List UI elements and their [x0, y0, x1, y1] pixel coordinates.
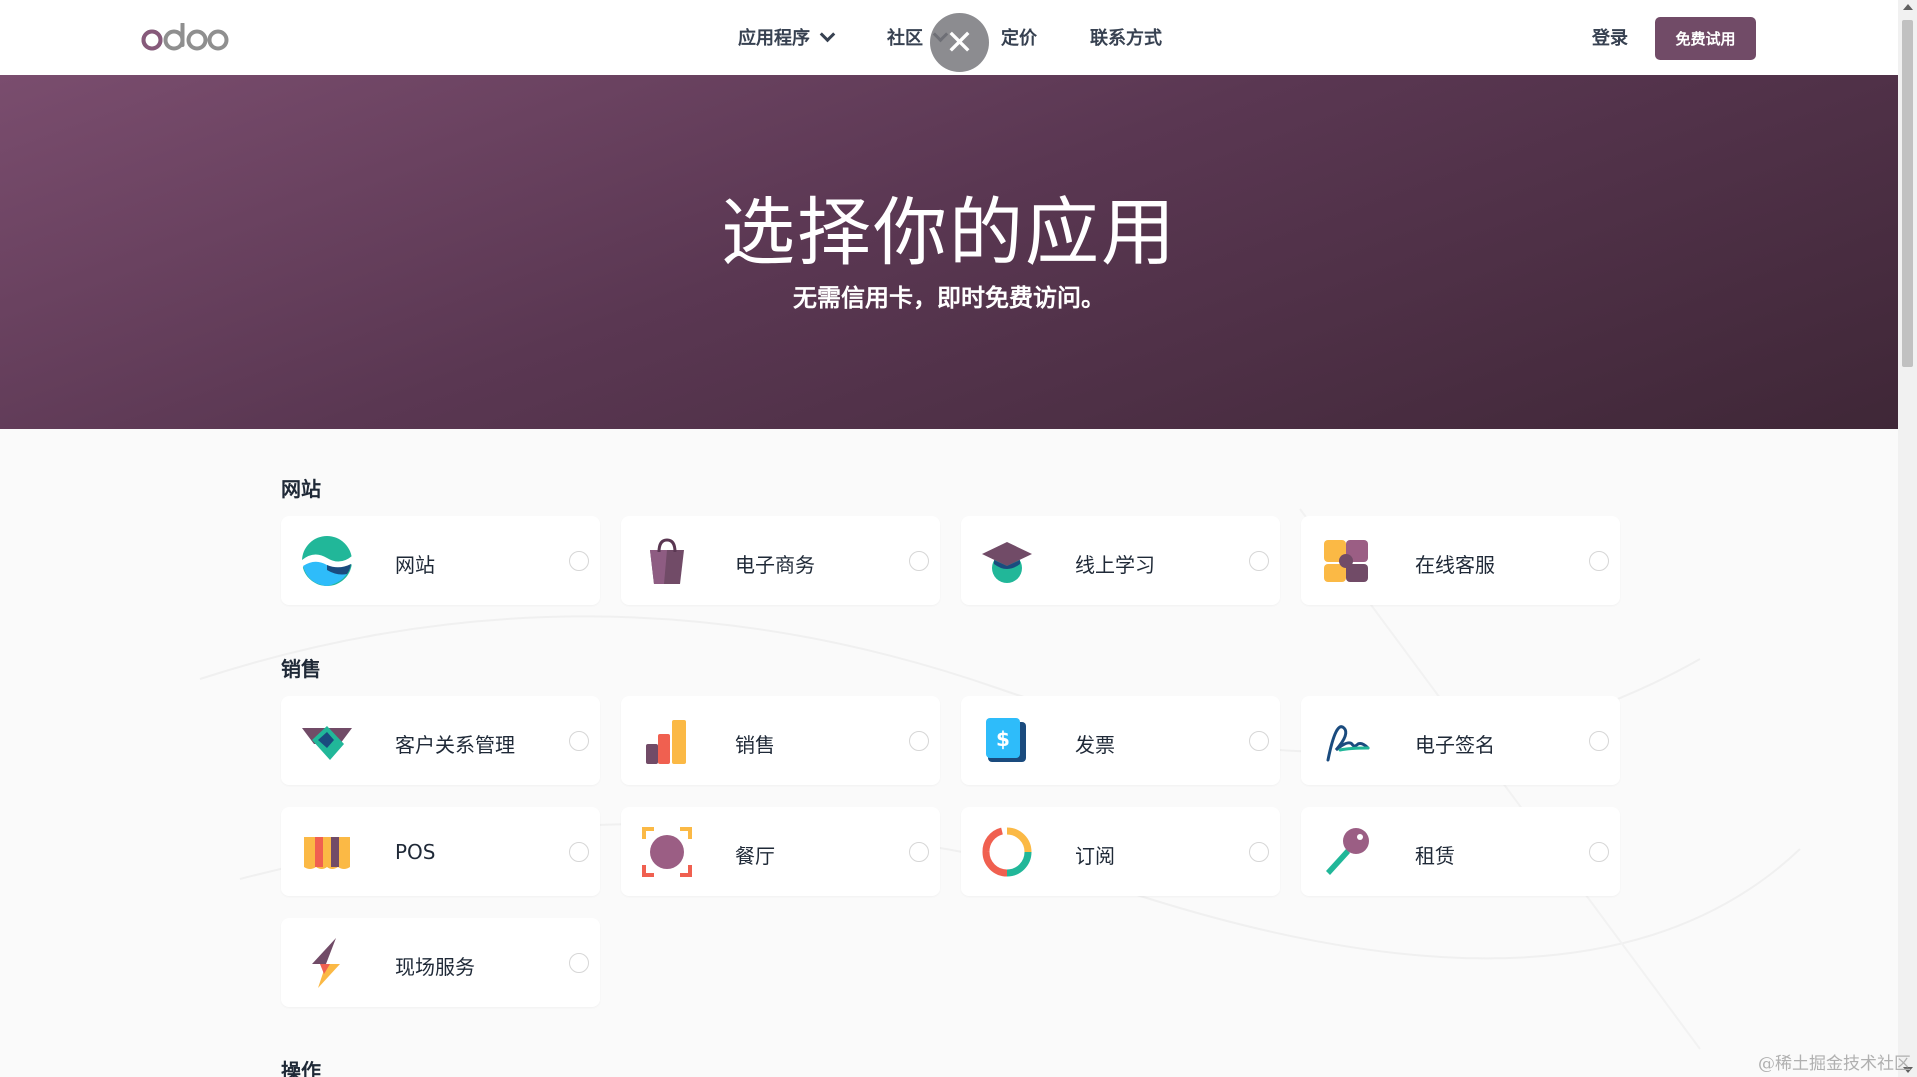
app-card-elearning[interactable]: 线上学习	[961, 516, 1280, 605]
nav-apps-menu[interactable]: 应用程序	[738, 24, 836, 50]
nav-pricing-link[interactable]: 定价	[1001, 24, 1037, 50]
app-label: 在线客服	[1415, 553, 1495, 577]
rental-icon	[1326, 828, 1369, 875]
app-label: 销售	[735, 733, 775, 757]
app-card-website[interactable]: 网站	[281, 516, 600, 605]
app-select-radio[interactable]	[569, 842, 589, 862]
hero-banner: 选择你的应用 无需信用卡，即时免费访问。	[0, 75, 1898, 429]
nav-apps-label: 应用程序	[738, 28, 810, 49]
app-label: 现场服务	[395, 955, 475, 979]
app-card-ecommerce[interactable]: 电子商务	[621, 516, 940, 605]
hero-title: 选择你的应用	[721, 190, 1177, 276]
app-label: 租赁	[1415, 844, 1455, 868]
app-card-sign[interactable]: 电子签名	[1301, 696, 1620, 785]
subscriptions-icon	[982, 827, 1032, 877]
app-card-restaurant[interactable]: 餐厅	[621, 807, 940, 896]
app-select-radio[interactable]	[1249, 551, 1269, 571]
crm-icon	[302, 726, 352, 760]
sign-icon	[1326, 725, 1370, 762]
nav-community-label: 社区	[887, 28, 923, 49]
scrollbar-thumb[interactable]	[1902, 20, 1913, 367]
app-label: 订阅	[1075, 844, 1115, 868]
app-label: 客户关系管理	[395, 733, 515, 757]
nav-pricing-label: 定价	[1001, 28, 1037, 49]
svg-text:$: $	[996, 727, 1010, 751]
app-card-field-service[interactable]: 现场服务	[281, 918, 600, 1007]
app-label: 发票	[1075, 733, 1115, 757]
app-label: 电子签名	[1415, 733, 1495, 757]
nav-contact-link[interactable]: 联系方式	[1090, 24, 1162, 50]
sales-icon	[646, 720, 686, 764]
app-select-radio[interactable]	[1589, 731, 1609, 751]
free-trial-button[interactable]: 免费试用	[1655, 17, 1756, 60]
scroll-up-arrow-icon[interactable]	[1903, 4, 1913, 10]
app-card-pos[interactable]: POS	[281, 807, 600, 896]
app-label: POS	[395, 840, 436, 864]
app-select-radio[interactable]	[1589, 842, 1609, 862]
app-card-invoicing[interactable]: $ 发票	[961, 696, 1280, 785]
app-label: 网站	[395, 553, 435, 577]
top-navbar: 应用程序 社区 ✕ 定价 联系方式 登录 免费试用	[0, 0, 1898, 75]
page-scrollbar[interactable]	[1898, 0, 1917, 1077]
app-select-radio[interactable]	[909, 842, 929, 862]
app-select-radio[interactable]	[569, 731, 589, 751]
app-card-crm[interactable]: 客户关系管理	[281, 696, 600, 785]
app-card-livechat[interactable]: 在线客服	[1301, 516, 1620, 605]
pos-icon	[304, 837, 350, 869]
app-select-radio[interactable]	[1249, 842, 1269, 862]
restaurant-icon	[642, 827, 692, 877]
app-select-radio[interactable]	[1589, 551, 1609, 571]
app-select-radio[interactable]	[909, 551, 929, 571]
ecommerce-icon	[650, 538, 684, 584]
app-select-radio[interactable]	[1249, 731, 1269, 751]
app-card-rental[interactable]: 租赁	[1301, 807, 1620, 896]
field-service-icon	[312, 938, 340, 988]
invoicing-icon: $	[986, 718, 1026, 762]
app-card-sales[interactable]: 销售	[621, 696, 940, 785]
app-select-radio[interactable]	[909, 731, 929, 751]
odoo-logo-icon	[141, 23, 229, 51]
livechat-icon	[1324, 540, 1368, 582]
login-link[interactable]: 登录	[1592, 24, 1628, 50]
app-selection-area: 网站 网站 电子商务 线上学习 在线客服 销售 客户关系管理 销售 $ 发票 电…	[0, 429, 1898, 1077]
section-title-sales: 销售	[281, 657, 321, 681]
nav-contact-label: 联系方式	[1090, 28, 1162, 49]
app-label: 电子商务	[735, 553, 815, 577]
elearning-icon	[982, 542, 1032, 583]
app-select-radio[interactable]	[569, 551, 589, 571]
chevron-down-icon	[819, 26, 836, 42]
app-label: 餐厅	[735, 844, 775, 868]
close-overlay-button[interactable]: ✕	[930, 13, 989, 72]
watermark: @稀土掘金技术社区	[1758, 1054, 1911, 1074]
section-title-operations: 操作	[281, 1059, 321, 1077]
close-icon: ✕	[945, 22, 974, 63]
website-icon	[302, 536, 352, 586]
app-select-radio[interactable]	[569, 953, 589, 973]
app-label: 线上学习	[1075, 553, 1155, 577]
app-card-subscriptions[interactable]: 订阅	[961, 807, 1280, 896]
section-title-website: 网站	[281, 477, 321, 501]
odoo-logo[interactable]	[141, 18, 229, 58]
hero-subtitle: 无需信用卡，即时免费访问。	[793, 284, 1105, 312]
